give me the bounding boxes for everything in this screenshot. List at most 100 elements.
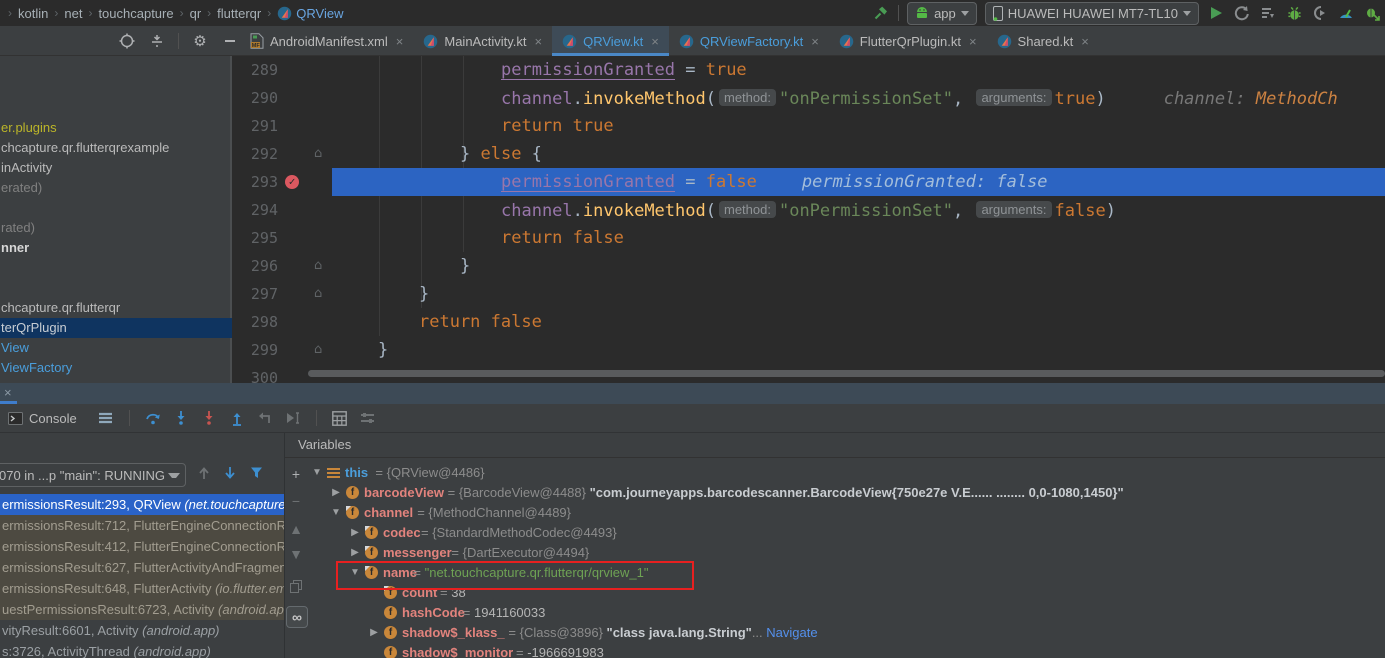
frame-up-icon[interactable] bbox=[198, 466, 210, 480]
build-hammer-icon[interactable] bbox=[872, 4, 890, 22]
fold-icon[interactable]: ⌂ bbox=[314, 140, 322, 168]
line-number[interactable]: 299 bbox=[232, 336, 278, 364]
tree-item[interactable]: View bbox=[0, 338, 29, 358]
tab-mainactivity-kt[interactable]: MainActivity.kt× bbox=[413, 26, 552, 56]
run-button[interactable] bbox=[1207, 4, 1225, 22]
tree-item[interactable]: erated) bbox=[0, 178, 42, 198]
tab-qrview-kt[interactable]: QRView.kt× bbox=[552, 26, 669, 56]
line-number[interactable]: 293 bbox=[232, 168, 278, 196]
fold-icon[interactable]: ⌂ bbox=[314, 336, 322, 364]
apply-code-changes-icon[interactable] bbox=[1259, 4, 1277, 22]
tree-item[interactable]: terQrPlugin bbox=[0, 318, 232, 338]
tree-item[interactable]: ViewFactory bbox=[0, 358, 72, 378]
apply-changes-restart-icon[interactable] bbox=[1233, 4, 1251, 22]
attach-debugger-icon[interactable] bbox=[1311, 4, 1329, 22]
code-line-299[interactable]: 299⌂} bbox=[232, 336, 1385, 364]
frame-down-icon[interactable] bbox=[224, 466, 236, 480]
frame-row[interactable]: ermissionsResult:412, FlutterEngineConne… bbox=[0, 536, 284, 557]
tab-flutterqrplugin-kt[interactable]: FlutterQrPlugin.kt× bbox=[829, 26, 987, 56]
breadcrumb-item[interactable]: touchcapture bbox=[98, 6, 173, 21]
code-line-290[interactable]: 290channel.invokeMethod(method:"onPermis… bbox=[232, 84, 1385, 112]
drop-frame-icon[interactable] bbox=[256, 409, 274, 427]
tree-item[interactable]: inActivity bbox=[0, 158, 52, 178]
debug-button[interactable] bbox=[1285, 4, 1303, 22]
step-into-icon[interactable] bbox=[172, 409, 190, 427]
device-dropdown[interactable]: HUAWEI HUAWEI MT7-TL10 bbox=[985, 2, 1199, 25]
line-number[interactable]: 300 bbox=[232, 364, 278, 383]
hide-panel-icon[interactable] bbox=[221, 32, 239, 50]
frame-row[interactable]: vityResult:6601, Activity (android.app) bbox=[0, 620, 284, 641]
tab-console[interactable]: Console bbox=[0, 411, 85, 426]
chevron-right-icon[interactable]: ▶ bbox=[349, 523, 361, 543]
chevron-right-icon[interactable]: ▶ bbox=[330, 483, 342, 503]
close-icon[interactable]: × bbox=[651, 34, 659, 49]
settings-sliders-icon[interactable] bbox=[359, 409, 377, 427]
close-icon[interactable]: × bbox=[1081, 34, 1089, 49]
line-number[interactable]: 292 bbox=[232, 140, 278, 168]
tree-item[interactable]: rated) bbox=[0, 218, 35, 238]
run-config-dropdown[interactable]: app bbox=[907, 2, 977, 25]
code-line-296[interactable]: 296⌂} bbox=[232, 252, 1385, 280]
gear-icon[interactable]: ⚙ bbox=[191, 32, 209, 50]
breadcrumb-item[interactable]: kotlin bbox=[18, 6, 48, 21]
code-line-294[interactable]: 294channel.invokeMethod(method:"onPermis… bbox=[232, 196, 1385, 224]
line-number[interactable]: 291 bbox=[232, 112, 278, 140]
breakpoint-icon[interactable]: ✓ bbox=[285, 175, 299, 189]
line-number[interactable]: 290 bbox=[232, 84, 278, 112]
collapse-all-icon[interactable] bbox=[148, 32, 166, 50]
force-step-into-icon[interactable] bbox=[200, 409, 218, 427]
chevron-down-icon[interactable]: ▼ bbox=[311, 463, 323, 483]
watches-infinity-icon[interactable]: ∞ bbox=[286, 606, 308, 628]
frame-row[interactable]: ermissionsResult:712, FlutterEngineConne… bbox=[0, 515, 284, 536]
close-icon[interactable]: × bbox=[534, 34, 542, 49]
navigate-link[interactable]: Navigate bbox=[766, 625, 817, 640]
tree-item[interactable]: chcapture.qr.flutterqrexample bbox=[0, 138, 169, 158]
chevron-right-icon[interactable]: ▶ bbox=[368, 623, 380, 643]
chevron-down-icon[interactable]: ▼ bbox=[330, 503, 342, 523]
line-number[interactable]: 295 bbox=[232, 224, 278, 252]
frame-row[interactable]: ermissionsResult:648, FlutterActivity (i… bbox=[0, 578, 284, 599]
step-out-icon[interactable] bbox=[228, 409, 246, 427]
duplicate-icon[interactable] bbox=[286, 576, 306, 596]
code-line-293[interactable]: 293✓permissionGranted = falsepermissionG… bbox=[232, 168, 1385, 196]
evaluate-expression-icon[interactable] bbox=[331, 409, 349, 427]
locate-file-icon[interactable] bbox=[118, 32, 136, 50]
line-number[interactable]: 296 bbox=[232, 252, 278, 280]
close-icon[interactable]: × bbox=[396, 34, 404, 49]
thread-dropdown[interactable]: 070 in ...p "main": RUNNING bbox=[0, 463, 186, 487]
breadcrumb-item[interactable]: net bbox=[64, 6, 82, 21]
move-down-icon[interactable]: ▼ bbox=[286, 544, 306, 564]
breadcrumb-item[interactable]: qr bbox=[190, 6, 202, 21]
close-icon[interactable]: × bbox=[4, 385, 12, 400]
line-number[interactable]: 298 bbox=[232, 308, 278, 336]
code-line-297[interactable]: 297⌂} bbox=[232, 280, 1385, 308]
add-watch-icon[interactable]: + bbox=[286, 464, 306, 484]
code-line-298[interactable]: 298return false bbox=[232, 308, 1385, 336]
chevron-down-icon[interactable]: ▼ bbox=[349, 563, 361, 583]
code-line-295[interactable]: 295return false bbox=[232, 224, 1385, 252]
profiler-icon[interactable] bbox=[1337, 4, 1355, 22]
code-editor[interactable]: 289permissionGranted = true290channel.in… bbox=[232, 56, 1385, 383]
tree-item[interactable]: chcapture.qr.flutterqr bbox=[0, 298, 120, 318]
layout-settings-icon[interactable] bbox=[97, 409, 115, 427]
tree-item[interactable]: nner bbox=[0, 238, 29, 258]
code-line-291[interactable]: 291return true bbox=[232, 112, 1385, 140]
attach-debugger-to-process-icon[interactable] bbox=[1363, 4, 1381, 22]
fold-icon[interactable]: ⌂ bbox=[314, 280, 322, 308]
line-number[interactable]: 297 bbox=[232, 280, 278, 308]
line-number[interactable]: 294 bbox=[232, 196, 278, 224]
frame-row[interactable]: ermissionsResult:293, QRView (net.touchc… bbox=[0, 494, 284, 515]
breadcrumb-item[interactable]: flutterqr bbox=[217, 6, 261, 21]
chevron-right-icon[interactable]: ▶ bbox=[349, 543, 361, 563]
tab-shared-kt[interactable]: Shared.kt× bbox=[987, 26, 1099, 56]
frame-row[interactable]: s:3726, ActivityThread (android.app) bbox=[0, 641, 284, 658]
run-to-cursor-icon[interactable] bbox=[284, 409, 302, 427]
close-icon[interactable]: × bbox=[969, 34, 977, 49]
fold-icon[interactable]: ⌂ bbox=[314, 252, 322, 280]
frame-row[interactable]: uestPermissionsResult:6723, Activity (an… bbox=[0, 599, 284, 620]
tab-androidmanifest-xml[interactable]: MFAndroidManifest.xml× bbox=[240, 26, 413, 56]
tab-qrviewfactory-kt[interactable]: QRViewFactory.kt× bbox=[669, 26, 829, 56]
frame-row[interactable]: ermissionsResult:627, FlutterActivityAnd… bbox=[0, 557, 284, 578]
move-up-icon[interactable]: ▲ bbox=[286, 519, 306, 539]
step-over-icon[interactable] bbox=[144, 409, 162, 427]
